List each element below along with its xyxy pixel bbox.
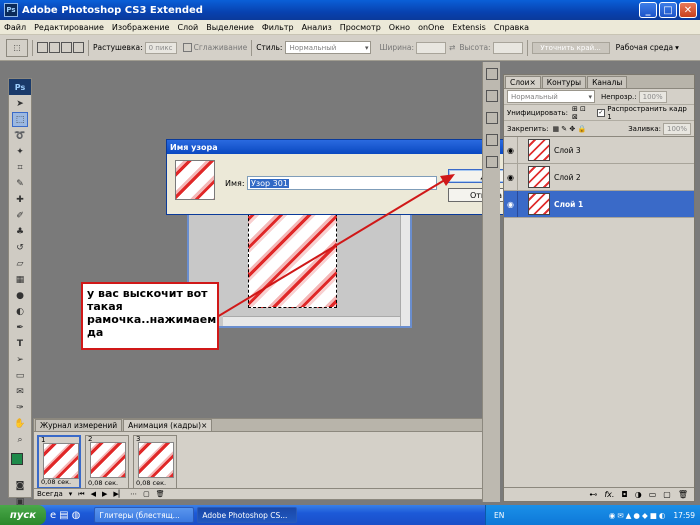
fill-label: Заливка:: [628, 124, 661, 133]
language-indicator[interactable]: EN: [494, 511, 504, 520]
tab-paths[interactable]: Контуры: [541, 76, 587, 88]
layer-thumbnail: [528, 166, 550, 188]
frame-thumbnail: [43, 443, 79, 479]
start-button[interactable]: пуск: [0, 505, 46, 525]
unify-icons[interactable]: ⊞ ⊡ ⊠: [572, 105, 593, 121]
browser-icon[interactable]: ◍: [72, 510, 81, 521]
first-frame-icon[interactable]: ⏮: [78, 490, 84, 499]
layer-name: Слой 2: [554, 172, 581, 182]
new-layer-icon[interactable]: ▢: [663, 490, 671, 499]
eye-icon[interactable]: ◉: [504, 164, 518, 190]
frame-thumbnail: [138, 442, 174, 478]
opacity-label: Непрозр.:: [601, 92, 637, 101]
animation-panel-tabs: Журнал измерений Анимация (кадры) ×: [34, 419, 482, 432]
actions-panel-icon[interactable]: [485, 90, 498, 102]
delete-frame-icon[interactable]: 🗑: [156, 490, 165, 498]
frame-thumbnail: [90, 442, 126, 478]
panel-dock-strip: [482, 62, 500, 502]
unify-row: Унифицировать: ⊞ ⊡ ⊠ ✓ Распространить ка…: [504, 105, 694, 121]
layer-thumbnail: [528, 193, 550, 215]
unify-label: Унифицировать:: [507, 108, 568, 117]
layer-name: Слой 1: [554, 199, 584, 209]
blend-opacity-row: Нормальный Непрозр.: 100%: [504, 89, 694, 105]
taskbar-item-photoshop[interactable]: Adobe Photoshop CS...: [197, 507, 298, 523]
next-frame-icon[interactable]: ▶▏: [113, 490, 124, 498]
taskbar-item-browser[interactable]: Глитеры (блестящ...: [94, 507, 195, 523]
eye-icon[interactable]: ◉: [504, 191, 518, 217]
layers-footer: ⊷ fx. ◘ ◑ ▭ ▢ 🗑: [504, 487, 694, 501]
folder-icon[interactable]: ▤: [59, 510, 68, 521]
system-tray: EN ◉✉▲●◆■◐ 17:59: [485, 505, 700, 525]
ie-icon[interactable]: e: [50, 510, 56, 521]
tab-channels[interactable]: Каналы: [587, 76, 628, 88]
new-group-icon[interactable]: ▭: [649, 490, 657, 499]
tab-animation[interactable]: Анимация (кадры) ×: [123, 419, 213, 431]
frame-delay[interactable]: 0,08 сек.: [41, 478, 71, 486]
adjustment-layer-icon[interactable]: ◑: [635, 490, 642, 499]
opacity-input[interactable]: 100%: [638, 90, 667, 103]
frame-delay[interactable]: 0,08 сек.: [136, 479, 166, 487]
propagate-label: Распространить кадр 1: [607, 104, 687, 121]
trash-icon[interactable]: 🗑: [678, 490, 688, 499]
tab-measurement-log[interactable]: Журнал измерений: [35, 419, 123, 431]
history-panel-icon[interactable]: [485, 68, 498, 80]
animation-panel: Журнал измерений Анимация (кадры) × 1 0,…: [33, 418, 483, 500]
lock-row: Закрепить: ▦ ✎ ✥ 🔒 Заливка: 100%: [504, 121, 694, 137]
blend-mode-select[interactable]: Нормальный: [507, 90, 595, 103]
animation-controls: Всегда ▾ ⏮ ◀ ▶ ▶▏ ⋯ ▢ 🗑: [34, 488, 482, 499]
layer-thumbnail: [528, 139, 550, 161]
layer-row-1[interactable]: ◉ Слой 1: [504, 191, 694, 218]
layer-row-2[interactable]: ◉ Слой 2: [504, 164, 694, 191]
arrow-head: [440, 174, 455, 186]
fill-input[interactable]: 100%: [663, 122, 691, 135]
arrow-line: [211, 177, 449, 321]
brushes-panel-icon[interactable]: [485, 156, 498, 168]
lock-label: Закрепить:: [507, 124, 549, 133]
tween-icon[interactable]: ⋯: [130, 490, 137, 498]
tray-icons[interactable]: ◉✉▲●◆■◐: [609, 511, 668, 520]
prev-frame-icon[interactable]: ◀: [91, 490, 96, 498]
layer-style-icon[interactable]: fx.: [604, 490, 614, 499]
quick-launch: e ▤ ◍: [50, 510, 80, 521]
animation-frame-2[interactable]: 2 0,08 сек.: [85, 435, 129, 489]
link-layers-icon[interactable]: ⊷: [589, 490, 597, 499]
layers-panel: Слои × Контуры Каналы Нормальный Непрозр…: [503, 74, 695, 502]
layer-mask-icon[interactable]: ◘: [621, 490, 627, 499]
eye-icon[interactable]: ◉: [504, 137, 518, 163]
clock: 17:59: [673, 510, 695, 520]
frame-delay[interactable]: 0,08 сек.: [88, 479, 118, 487]
loop-select[interactable]: Всегда: [37, 490, 63, 498]
chevron-down-icon[interactable]: ▾: [69, 490, 73, 498]
layers-panel-tabs: Слои × Контуры Каналы: [504, 75, 694, 89]
windows-taskbar: пуск e ▤ ◍ Глитеры (блестящ... Adobe Pho…: [0, 505, 700, 525]
play-icon[interactable]: ▶: [102, 490, 107, 498]
animation-frame-3[interactable]: 3 0,08 сек.: [133, 435, 177, 489]
info-panel-icon[interactable]: [485, 134, 498, 146]
lock-icons[interactable]: ▦ ✎ ✥ 🔒: [552, 125, 586, 133]
instruction-callout: у вас выскочит вот такая рамочка..нажима…: [81, 282, 219, 350]
layer-row-3[interactable]: ◉ Слой 3: [504, 137, 694, 164]
propagate-checkbox[interactable]: ✓: [597, 108, 606, 117]
tab-animation-label: Анимация (кадры): [128, 421, 202, 430]
tab-layers-label: Слои: [510, 78, 530, 87]
new-frame-icon[interactable]: ▢: [143, 490, 150, 498]
navigator-panel-icon[interactable]: [485, 112, 498, 124]
layer-name: Слой 3: [554, 145, 581, 155]
tab-layers[interactable]: Слои ×: [505, 76, 541, 88]
animation-frame-1[interactable]: 1 0,08 сек.: [37, 435, 81, 489]
